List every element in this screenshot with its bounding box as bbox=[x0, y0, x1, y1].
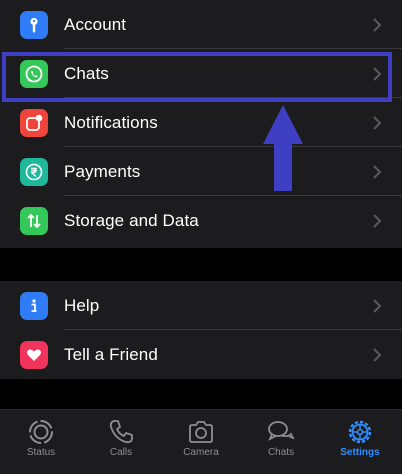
info-icon bbox=[20, 291, 48, 320]
tab-status[interactable]: Status bbox=[1, 410, 81, 474]
heart-icon bbox=[20, 340, 48, 369]
key-icon bbox=[20, 10, 48, 39]
tab-label: Status bbox=[26, 447, 56, 458]
settings-group-support: Help Tell a Friend bbox=[0, 281, 402, 379]
settings-row-help[interactable]: Help bbox=[0, 281, 402, 330]
settings-row-notifications[interactable]: Notifications bbox=[0, 98, 402, 147]
chat-bubbles-icon bbox=[268, 421, 295, 441]
settings-row-chats[interactable]: Chats bbox=[0, 49, 402, 98]
storage-arrows-icon bbox=[20, 206, 48, 235]
chevron-right-icon bbox=[373, 66, 382, 81]
rupee-icon bbox=[20, 157, 48, 186]
chevron-right-icon bbox=[373, 115, 382, 130]
phone-icon bbox=[109, 420, 133, 444]
settings-row-storage[interactable]: Storage and Data bbox=[0, 196, 402, 245]
chevron-right-icon bbox=[373, 298, 382, 313]
settings-row-label: Notifications bbox=[64, 112, 158, 132]
tab-calls[interactable]: Calls bbox=[81, 410, 161, 474]
tab-label: Settings bbox=[340, 447, 380, 458]
chevron-right-icon bbox=[373, 17, 382, 32]
camera-icon bbox=[189, 421, 213, 443]
tab-camera[interactable]: Camera bbox=[161, 410, 241, 474]
settings-row-label: Tell a Friend bbox=[64, 344, 158, 364]
whatsapp-icon bbox=[20, 59, 48, 88]
tab-bar: Status Calls Camera Chats Settings bbox=[0, 409, 402, 474]
notification-icon bbox=[20, 108, 48, 137]
settings-row-label: Help bbox=[64, 295, 100, 315]
settings-row-account[interactable]: Account bbox=[0, 0, 402, 49]
chevron-right-icon bbox=[373, 213, 382, 228]
settings-row-label: Payments bbox=[64, 161, 141, 181]
settings-row-payments[interactable]: Payments bbox=[0, 147, 402, 196]
gear-icon bbox=[348, 420, 372, 444]
tab-label: Chats bbox=[267, 447, 295, 458]
settings-row-label: Chats bbox=[64, 63, 109, 83]
status-icon bbox=[29, 420, 53, 444]
tab-chats[interactable]: Chats bbox=[241, 410, 321, 474]
tab-label: Calls bbox=[109, 447, 133, 458]
settings-row-label: Storage and Data bbox=[64, 210, 199, 230]
tab-settings[interactable]: Settings bbox=[320, 410, 400, 474]
settings-screen: Account Chats Notifications Payments Sto… bbox=[0, 0, 402, 474]
tab-label: Camera bbox=[183, 447, 219, 458]
chevron-right-icon bbox=[373, 164, 382, 179]
settings-row-label: Account bbox=[64, 14, 127, 34]
settings-group-main: Account Chats Notifications Payments Sto… bbox=[0, 0, 402, 248]
chevron-right-icon bbox=[373, 347, 382, 362]
settings-row-tell-a-friend[interactable]: Tell a Friend bbox=[0, 330, 402, 379]
